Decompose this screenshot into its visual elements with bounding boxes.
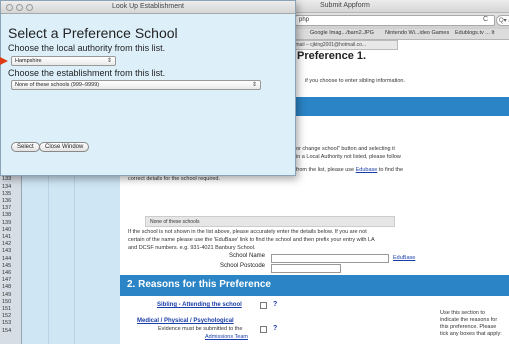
preference-heading: Preference 1.	[297, 50, 367, 62]
sibling-help-icon[interactable]: ?	[273, 301, 277, 308]
row-number: 133	[2, 176, 12, 183]
search-field[interactable]: Q▾ a	[496, 15, 509, 26]
sibling-info-text: if you choose to enter sibling informati…	[305, 78, 405, 84]
row-number: 146	[2, 270, 12, 276]
evidence-text: Evidence must be submitted to the	[158, 326, 243, 332]
instructions-2: certain of the name please use the 'EduB…	[128, 237, 375, 243]
school-postcode-input[interactable]	[271, 264, 341, 273]
row-number: 147	[2, 277, 12, 284]
local-authority-label: Choose the local authority from this lis…	[8, 43, 166, 53]
row-number: 140	[2, 226, 12, 233]
browser-title: Submit Appform	[320, 2, 370, 9]
address-bar[interactable]: php	[295, 15, 495, 26]
list-text: from the list, please use Edubase to fin…	[296, 167, 404, 173]
row-number: 141	[2, 234, 12, 240]
row-number: 149	[2, 291, 12, 298]
row-number: 144	[2, 255, 12, 262]
row-number: 145	[2, 262, 12, 269]
change-text-2: in a Local Authority not listed, please …	[296, 154, 401, 160]
bookmark-item[interactable]: Edublogs.tv ... It	[455, 30, 494, 36]
instructions-3: and DCSF numbers. e.g. 931-4021 Banbury …	[128, 245, 256, 251]
modal-heading: Select a Preference School	[8, 25, 178, 41]
row-number: 142	[2, 241, 12, 248]
row-number: 138	[2, 212, 12, 219]
reasons-section-bar: 2. Reasons for this Preference	[120, 275, 509, 296]
edubase-link[interactable]: Edubase	[356, 167, 378, 173]
lookup-establishment-window: Look Up Establishment Select a Preferenc…	[0, 0, 296, 176]
row-number: 134	[2, 183, 12, 190]
row-number: 153	[2, 320, 12, 327]
section-bar	[292, 97, 509, 116]
instructions-1: If the school is not shown in the list a…	[128, 229, 367, 235]
row-number: 135	[2, 190, 12, 197]
modal-titlebar: Look Up Establishment	[1, 1, 295, 14]
row-number: 148	[2, 284, 12, 291]
medical-checkbox[interactable]	[260, 326, 267, 333]
row-number: 154	[2, 327, 12, 334]
row-number: 143	[2, 248, 12, 255]
row-number: 137	[2, 205, 12, 212]
reload-icon[interactable]: C	[483, 16, 488, 23]
establishment-label: Choose the establishment from this list.	[8, 68, 166, 78]
close-window-button[interactable]: Close Window	[39, 142, 90, 152]
bookmark-item[interactable]: Google Imag.../barn2.JPG	[310, 30, 374, 36]
row-number: 139	[2, 219, 12, 226]
select-button[interactable]: Select	[11, 142, 40, 152]
browser-tab[interactable]: tmail – cjking2001@hotmail.co...	[290, 40, 398, 50]
sibling-link[interactable]: Sibling - Attending the school	[157, 302, 242, 308]
row-number: 150	[2, 298, 12, 305]
chevron-updown-icon: ⇕	[106, 58, 112, 64]
row-number: 151	[2, 306, 12, 312]
correct-details-text: correct details for the school required.	[128, 176, 221, 182]
school-postcode-label: School Postcode	[219, 263, 265, 269]
chevron-updown-icon: ⇕	[251, 82, 257, 88]
change-text-1: or change school" button and selecting i…	[296, 146, 395, 152]
local-authority-select[interactable]: Hampshire ⇕	[11, 56, 116, 66]
medical-help-icon[interactable]: ?	[273, 325, 277, 332]
bookmark-item[interactable]: Nintendo Wi...ideo Games	[385, 30, 449, 36]
school-name-label: School Name	[228, 253, 265, 259]
modal-title: Look Up Establishment	[112, 3, 184, 10]
school-name-input[interactable]	[271, 254, 389, 263]
row-number: 136	[2, 198, 12, 204]
pointer-arrow-icon	[0, 57, 8, 65]
establishment-select[interactable]: None of these schools (999–9999) ⇕	[11, 80, 261, 90]
reasons-side-note: Use this section to indicate the reasons…	[440, 310, 502, 337]
admissions-link[interactable]: Admissions Team	[205, 334, 248, 340]
edubase-link-2[interactable]: EduBase	[393, 255, 415, 261]
selected-school-box: None of these schools	[145, 216, 395, 227]
sibling-checkbox[interactable]	[260, 302, 267, 309]
row-number: 152	[2, 313, 12, 320]
reasons-section-title: 2. Reasons for this Preference	[127, 279, 271, 290]
medical-link[interactable]: Medical / Physical / Psychological	[137, 318, 234, 324]
